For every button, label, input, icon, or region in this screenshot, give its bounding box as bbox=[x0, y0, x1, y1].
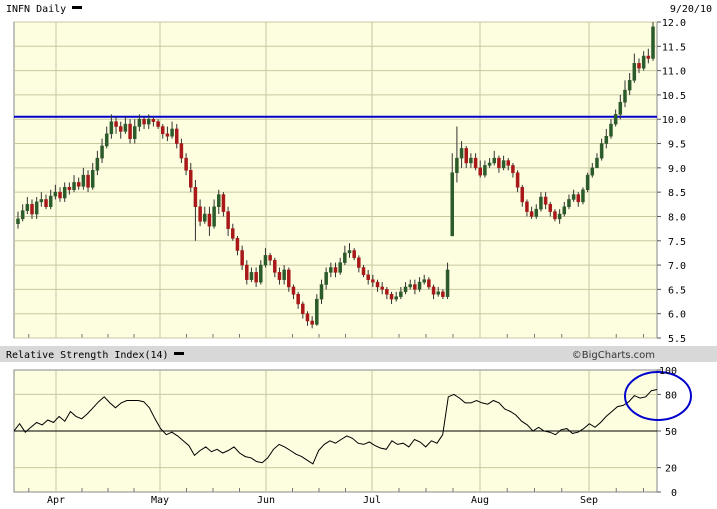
price-panel: 5.5 6.0 6.5 7.0 7.5 8.0 8.5 9.0 9.5 10.0 10.5 11.0 1… bbox=[13, 18, 686, 345]
price-tick-label: 6.0 bbox=[668, 310, 686, 321]
chart-date: 9/20/10 bbox=[670, 4, 712, 15]
candle bbox=[585, 172, 590, 193]
month-label: Jul bbox=[363, 495, 381, 506]
price-tick-label: 9.5 bbox=[668, 140, 686, 151]
rsi-tick-label: 50 bbox=[665, 427, 677, 438]
legend-swatch bbox=[72, 6, 82, 9]
month-label: Apr bbox=[47, 495, 65, 506]
price-tick-label: 12.0 bbox=[662, 18, 686, 29]
candle bbox=[315, 294, 319, 326]
chart-title: INFN Daily bbox=[6, 4, 66, 15]
rsi-tick-label: 0 bbox=[671, 488, 677, 499]
rsi-legend-swatch bbox=[174, 352, 184, 355]
price-tick-label: 8.5 bbox=[668, 188, 686, 199]
brand-watermark: ©BigCharts.com bbox=[572, 350, 655, 361]
rsi-tick-label: 100 bbox=[659, 366, 677, 377]
price-plot-area bbox=[13, 21, 658, 339]
candle bbox=[581, 187, 585, 205]
price-tick-label: 6.5 bbox=[668, 285, 686, 296]
price-tick-label: 10.0 bbox=[662, 115, 686, 126]
month-label: May bbox=[151, 495, 169, 506]
rsi-panel: 0 20 50 80 100 bbox=[13, 366, 692, 499]
price-rsi-chart: 5.5 6.0 6.5 7.0 7.5 8.0 8.5 9.0 9.5 10.0 10.5 11.0 1… bbox=[0, 0, 717, 509]
month-label: Sep bbox=[580, 495, 598, 506]
price-tick-label: 11.0 bbox=[662, 67, 686, 78]
price-tick-label: 10.5 bbox=[662, 91, 686, 102]
month-label: Jun bbox=[257, 495, 275, 506]
rsi-tick-label: 80 bbox=[665, 390, 677, 401]
price-tick-label: 5.5 bbox=[668, 334, 686, 345]
rsi-title: Relative Strength Index(14) bbox=[6, 350, 169, 361]
price-tick-label: 7.5 bbox=[668, 237, 686, 248]
price-tick-label: 11.5 bbox=[662, 42, 686, 53]
month-label: Aug bbox=[471, 495, 489, 506]
price-tick-label: 9.0 bbox=[668, 164, 686, 175]
price-tick-label: 8.0 bbox=[668, 212, 686, 223]
price-tick-label: 7.0 bbox=[668, 261, 686, 272]
candle bbox=[651, 22, 655, 61]
rsi-tick-label: 20 bbox=[665, 464, 677, 475]
